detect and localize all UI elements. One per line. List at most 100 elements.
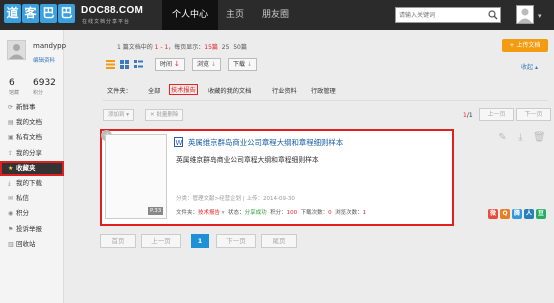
per-page-50[interactable]: 50篇 [233,44,247,51]
collapse-link[interactable]: 收起 ▴ [521,62,538,71]
detail-view-icon[interactable] [134,60,143,69]
add-to-button[interactable]: 添加到 ▾ [103,109,135,121]
site-logo[interactable]: 道 客 巴 巴 [4,4,75,23]
folder-value[interactable]: 技术报告 [198,210,220,216]
last-page-button[interactable]: 尾页 [261,234,297,248]
sidebar-item-messages[interactable]: ✉ 私信 [0,191,64,206]
search-input[interactable] [396,8,484,22]
trash-icon[interactable]: 🗑 [533,132,546,144]
status-label: 状态： [228,210,245,216]
arrow-down-icon: ↓ [246,61,252,68]
list-view-icon[interactable] [106,60,115,69]
prev-page-button[interactable]: 上一页 [141,234,181,248]
document-title[interactable]: 英属维京群岛商业公司章程大纲和章程细则样本 [188,137,343,148]
sidebar-item-label: 投诉举报 [16,224,42,233]
chevron-down-icon[interactable]: ▾ [222,210,225,216]
folder-label: 文件夹： [176,210,199,216]
sort-label: 下载 [233,61,246,68]
sidebar-item-label: 积分 [16,209,29,218]
sidebar-item-recycle-bin[interactable]: ▥ 回收站 [0,237,64,252]
site-slogan: 在线文档分享平台 [82,19,131,25]
per-page-25[interactable]: 25 [222,44,230,51]
coin-icon: ◉ [8,210,14,218]
sort-by-downloads-button[interactable]: 下载 ↓ [228,58,257,71]
next-page-button[interactable]: 下一页 [516,108,551,121]
sidebar-item-points[interactable]: ◉ 积分 [0,206,64,221]
top-bar: 道 客 巴 巴 DOC88.COM 在线文档分享平台 个人中心 主页 朋友圈 ▾ [0,0,554,30]
user-icon [9,44,24,59]
views-label: 浏览次数： [335,210,363,216]
page-number-current[interactable]: 1 [191,234,209,248]
user-icon [518,8,532,23]
sidebar-item-label: 私信 [16,194,29,203]
nav-friends[interactable]: 朋友圈 [252,0,299,30]
upload-document-button[interactable]: + 上传文档 [502,39,548,52]
sidebar-item-my-docs[interactable]: ▤ 我的文档 [0,115,64,130]
share-renren-icon[interactable]: 人 [524,209,534,219]
sidebar-item-label: 回收站 [16,239,36,248]
page-count-badge: P.33 [148,207,164,215]
sort-label: 浏览 [197,61,210,68]
document-card[interactable]: ✓ P.33 W 英属维京群岛商业公司章程大纲和章程细则样本 英属维京群岛商业公… [100,129,454,226]
folder-all[interactable]: 全部 [148,86,160,95]
word-document-icon: W [174,137,183,147]
points-value: 100 [286,210,298,216]
sidebar: mandypp 编辑资料 6 馆藏 6932 积分 ⟳ 新鲜事 ▤ 我的文档 ▣ 私有… [0,30,66,303]
nav-personal-center[interactable]: 个人中心 [162,0,219,30]
arrow-down-icon: ↓ [210,61,216,68]
sidebar-item-my-downloads[interactable]: ⤓ 我的下载 [0,176,64,191]
sidebar-item-favorites[interactable]: ★ 收藏夹 [0,160,64,176]
share-qzone-icon[interactable]: Q [500,209,510,219]
logo-char: 巴 [40,4,57,23]
sidebar-item-news[interactable]: ⟳ 新鲜事 [0,100,64,115]
count-range: 1 - 1 [154,44,169,51]
sidebar-item-private-docs[interactable]: ▣ 私有文档 [0,130,64,145]
report-icon: ⚑ [8,225,14,233]
search-icon[interactable] [488,10,498,20]
folder-industry[interactable]: 行业资料 [272,86,297,95]
sidebar-item-my-shares[interactable]: ⇪ 我的分享 [0,146,64,161]
nav-home[interactable]: 主页 [216,0,254,30]
prev-page-button[interactable]: 上一页 [479,108,514,121]
document-thumbnail[interactable]: P.33 [105,134,167,219]
sidebar-item-report[interactable]: ⚑ 投诉举报 [0,222,64,237]
folder-my-doc-favorites[interactable]: 收藏的我的文档 [208,86,251,95]
share-icon: ⇪ [8,149,14,157]
status-value: 分享成功 [244,210,267,216]
points-label: 积分： [270,210,287,216]
stat-collection-label: 馆藏 [9,90,20,96]
sidebar-item-label: 新鲜事 [16,103,36,111]
folder-admin[interactable]: 行政管理 [311,86,336,95]
folder-tech-report[interactable]: 技术报告 [169,84,198,95]
logo-char: 客 [22,4,39,23]
edit-icon[interactable]: ✎ [497,132,508,144]
sort-by-time-button[interactable]: 时间 ↓ [155,58,185,71]
first-page-button[interactable]: 首页 [100,234,136,248]
download-icon[interactable]: ⤓ [515,132,526,144]
stat-collection-value: 6 [9,78,15,88]
divider [103,100,548,101]
profile-avatar[interactable] [7,40,26,60]
per-page-15[interactable]: 15篇 [204,44,218,51]
star-icon: ★ [8,164,14,172]
user-avatar[interactable] [516,5,534,24]
edit-profile-link[interactable]: 编辑资料 [33,56,55,64]
sort-label: 时间 [160,61,173,68]
share-tencent-icon[interactable]: 腾 [512,209,522,219]
sort-by-views-button[interactable]: 浏览 ↓ [192,58,221,71]
bulk-delete-button[interactable]: ✕ 批量删除 [145,109,184,121]
stat-points-value: 6932 [33,78,56,88]
grid-view-icon[interactable] [120,60,129,69]
share-weibo-icon[interactable]: 微 [488,209,498,219]
document-meta: 分类：管理文献>经营企划 | 上传：2014-09-30 [176,196,295,202]
message-icon: ✉ [8,195,14,203]
share-douban-icon[interactable]: 豆 [536,209,546,219]
document-icon: ▤ [8,119,14,127]
sidebar-item-label: 我的分享 [16,148,42,157]
document-stats: 文件夹：技术报告 ▾ 状态：分享成功 积分：100 下载次数：0 浏览次数：1 [176,208,366,216]
add-to-label: 添加到 [108,112,125,118]
arrow-down-icon: ↓ [173,60,180,68]
chevron-down-icon[interactable]: ▾ [538,12,542,20]
next-page-button[interactable]: 下一页 [216,234,256,248]
downloads-label: 下载次数： [300,210,329,216]
